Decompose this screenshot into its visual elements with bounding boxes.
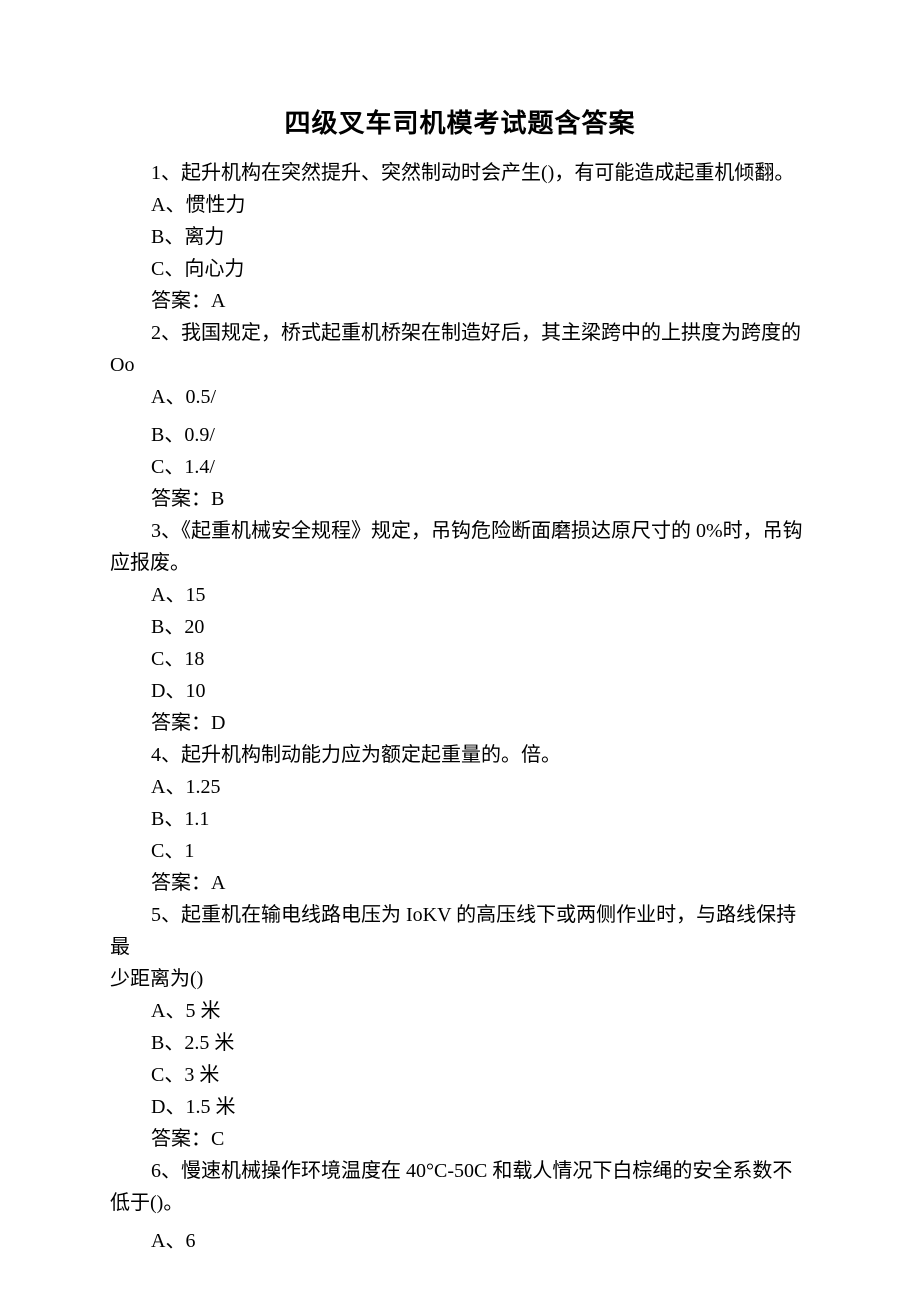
option-c: C、向心力 (110, 253, 810, 285)
option-a: A、0.5/ (110, 381, 810, 413)
option-a: A、6 (110, 1225, 810, 1257)
question-stem: 6、慢速机械操作环境温度在 40°C-50C 和载人情况下白棕绳的安全系数不 (110, 1155, 810, 1187)
option-b: B、20 (110, 611, 810, 643)
option-c: C、1 (110, 835, 810, 867)
option-a: A、惯性力 (110, 189, 810, 221)
question-stem: 1、起升机构在突然提升、突然制动时会产生()，有可能造成起重机倾翻。 (110, 157, 810, 189)
option-d: D、1.5 米 (110, 1091, 810, 1123)
question-stem: 3、《起重机械安全规程》规定，吊钩危险断面磨损达原尺寸的 0%时，吊钩 (110, 515, 810, 547)
option-a: A、5 米 (110, 995, 810, 1027)
answer-line: 答案：A (110, 285, 810, 317)
option-b: B、2.5 米 (110, 1027, 810, 1059)
option-b: B、离力 (110, 221, 810, 253)
page-title: 四级叉车司机模考试题含答案 (110, 103, 810, 145)
option-c: C、18 (110, 643, 810, 675)
question-stem: 4、起升机构制动能力应为额定起重量的。倍。 (110, 739, 810, 771)
question-stem-cont: 应报废。 (110, 547, 810, 579)
question-stem: 2、我国规定，桥式起重机桥架在制造好后，其主梁跨中的上拱度为跨度的 (110, 317, 810, 349)
question-stem-cont: Oo (110, 349, 810, 381)
option-b: B、1.1 (110, 803, 810, 835)
answer-line: 答案：D (110, 707, 810, 739)
option-d: D、10 (110, 675, 810, 707)
question-stem-cont: 少距离为() (110, 963, 810, 995)
option-c: C、3 米 (110, 1059, 810, 1091)
document-page: 四级叉车司机模考试题含答案 1、起升机构在突然提升、突然制动时会产生()，有可能… (0, 0, 920, 1301)
option-a: A、15 (110, 579, 810, 611)
answer-line: 答案：C (110, 1123, 810, 1155)
option-a: A、1.25 (110, 771, 810, 803)
question-stem-cont: 低于()。 (110, 1187, 810, 1219)
answer-line: 答案：B (110, 483, 810, 515)
option-b: B、0.9/ (110, 419, 810, 451)
answer-line: 答案：A (110, 867, 810, 899)
question-stem: 5、起重机在输电线路电压为 IoKV 的高压线下或两侧作业时，与路线保持最 (110, 899, 810, 963)
option-c: C、1.4/ (110, 451, 810, 483)
